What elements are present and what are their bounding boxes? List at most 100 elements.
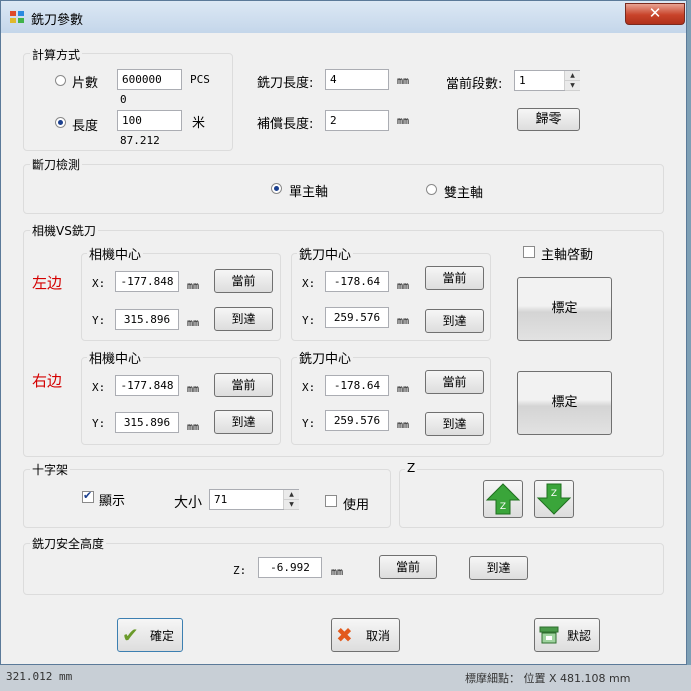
title-bar[interactable]: 銑刀參數 ✕	[1, 1, 686, 33]
pieces-radio[interactable]	[55, 75, 66, 86]
right-cutter-current-button[interactable]: 當前	[425, 370, 484, 394]
cutter-length-input[interactable]: 4	[325, 69, 389, 90]
pieces-input[interactable]: 600000	[117, 69, 182, 90]
camera-vs-cutter-title: 相機VS銑刀	[30, 222, 98, 239]
ok-label: 確定	[150, 629, 175, 643]
safe-height-arrive-button[interactable]: 到達	[469, 556, 528, 580]
default-settings-icon	[539, 626, 559, 644]
length-label: 長度	[72, 119, 99, 134]
length-readout: 87.212	[120, 134, 160, 147]
left-camera-x-unit: mm	[187, 281, 200, 292]
size-spin-down-icon[interactable]: ▼	[284, 500, 299, 510]
default-button[interactable]: 默認	[534, 618, 600, 652]
z-group	[399, 469, 664, 528]
show-checkbox[interactable]	[82, 489, 94, 503]
right-camera-arrive-button[interactable]: 到達	[214, 410, 273, 434]
close-button[interactable]: ✕	[625, 3, 685, 25]
left-camera-x-label: X:	[92, 277, 106, 290]
left-camera-x-input[interactable]: -177.848	[115, 271, 179, 292]
spindle-start-label: 主軸啓動	[541, 248, 594, 263]
left-camera-current-button[interactable]: 當前	[214, 269, 273, 293]
double-spindle-radio[interactable]	[426, 184, 437, 195]
double-spindle-label: 雙主軸	[444, 186, 484, 201]
right-cutter-y-label: Y:	[302, 417, 316, 430]
right-camera-y-unit: mm	[187, 422, 200, 433]
window-title: 銑刀參數	[31, 13, 84, 28]
left-cutter-y-unit: mm	[397, 316, 410, 327]
current-segment-spinner[interactable]: ▲ ▼	[564, 71, 580, 91]
z-down-letter: Z	[551, 489, 557, 499]
z-up-button[interactable]: Z	[483, 480, 523, 518]
left-camera-arrive-button[interactable]: 到達	[214, 307, 273, 331]
left-cutter-x-input[interactable]: -178.64	[325, 271, 389, 292]
size-spin-up-icon[interactable]: ▲	[284, 490, 299, 500]
right-cutter-center-title: 銑刀中心	[297, 348, 354, 367]
app-icon	[10, 11, 24, 23]
right-cutter-x-unit: mm	[397, 384, 410, 395]
use-label: 使用	[343, 498, 370, 513]
green-down-arrow-icon: Z	[536, 483, 572, 515]
right-calibrate-button[interactable]: 標定	[517, 371, 612, 435]
cancel-button[interactable]: ✖ 取消	[331, 618, 400, 652]
right-camera-x-input[interactable]: -177.848	[115, 375, 179, 396]
safe-height-unit: mm	[331, 567, 344, 578]
right-camera-x-unit: mm	[187, 384, 200, 395]
zero-button[interactable]: 歸零	[517, 108, 580, 131]
pieces-unit: PCS	[190, 73, 210, 86]
left-camera-y-input[interactable]: 315.896	[115, 309, 179, 330]
use-checkbox[interactable]	[325, 495, 337, 507]
right-cutter-x-label: X:	[302, 381, 316, 394]
checkmark-icon: ✔	[122, 623, 139, 647]
z-up-letter: Z	[500, 502, 506, 512]
right-cutter-y-unit: mm	[397, 420, 410, 431]
background-text: 321.012 mm	[6, 670, 73, 683]
z-down-button[interactable]: Z	[534, 480, 574, 518]
red-x-icon: ✖	[336, 623, 353, 647]
safe-height-input[interactable]: -6.992	[258, 557, 322, 578]
spindle-start-checkbox[interactable]	[523, 246, 535, 258]
left-cutter-x-unit: mm	[397, 281, 410, 292]
length-input[interactable]: 100	[117, 110, 182, 131]
left-camera-y-unit: mm	[187, 318, 200, 329]
right-side-label: 右边	[32, 372, 63, 390]
left-cutter-arrive-button[interactable]: 到達	[425, 309, 484, 333]
pieces-label: 片數	[72, 76, 99, 91]
comp-length-input[interactable]: 2	[325, 110, 389, 131]
left-camera-center-title: 相機中心	[87, 244, 144, 263]
right-cutter-x-input[interactable]: -178.64	[325, 375, 389, 396]
right-camera-y-label: Y:	[92, 417, 106, 430]
comp-length-unit: mm	[397, 116, 410, 127]
spin-up-icon[interactable]: ▲	[565, 71, 580, 81]
right-camera-current-button[interactable]: 當前	[214, 373, 273, 397]
single-spindle-label: 單主軸	[289, 185, 329, 200]
size-spinner[interactable]: ▲ ▼	[283, 490, 299, 510]
safe-height-z-label: Z:	[233, 564, 247, 577]
ok-button[interactable]: ✔ 確定	[117, 618, 183, 652]
left-side-label: 左边	[32, 274, 63, 292]
right-camera-y-input[interactable]: 315.896	[115, 412, 179, 433]
safe-height-title: 銑刀安全高度	[30, 535, 107, 552]
length-radio[interactable]	[55, 117, 66, 128]
right-cutter-y-input[interactable]: 259.576	[325, 410, 389, 431]
break-detect-group	[23, 164, 664, 214]
safe-height-current-button[interactable]: 當前	[379, 555, 437, 579]
background-text-right: 標摩細點： 位置 X 481.108 mm	[465, 672, 631, 685]
cutter-params-dialog: 銑刀參數 ✕ 計算方式 片數 600000 PCS 0 長度 100 米 87.…	[0, 0, 687, 665]
show-label: 顯示	[99, 494, 126, 509]
safe-height-group	[23, 543, 664, 595]
right-camera-center-title: 相機中心	[87, 348, 144, 367]
spin-down-icon[interactable]: ▼	[565, 81, 580, 91]
right-camera-x-label: X:	[92, 381, 106, 394]
left-calibrate-button[interactable]: 標定	[517, 277, 612, 341]
default-label: 默認	[567, 629, 592, 643]
break-detect-title: 斷刀檢測	[30, 156, 83, 173]
crosshair-title: 十字架	[30, 461, 71, 478]
cancel-label: 取消	[366, 629, 391, 643]
green-up-arrow-icon: Z	[485, 483, 521, 515]
right-cutter-arrive-button[interactable]: 到達	[425, 412, 484, 436]
single-spindle-radio[interactable]	[271, 183, 282, 194]
left-cutter-y-input[interactable]: 259.576	[325, 307, 389, 328]
z-group-title: Z	[405, 461, 418, 475]
left-cutter-current-button[interactable]: 當前	[425, 266, 484, 290]
cutter-length-label: 銑刀長度:	[257, 76, 314, 91]
